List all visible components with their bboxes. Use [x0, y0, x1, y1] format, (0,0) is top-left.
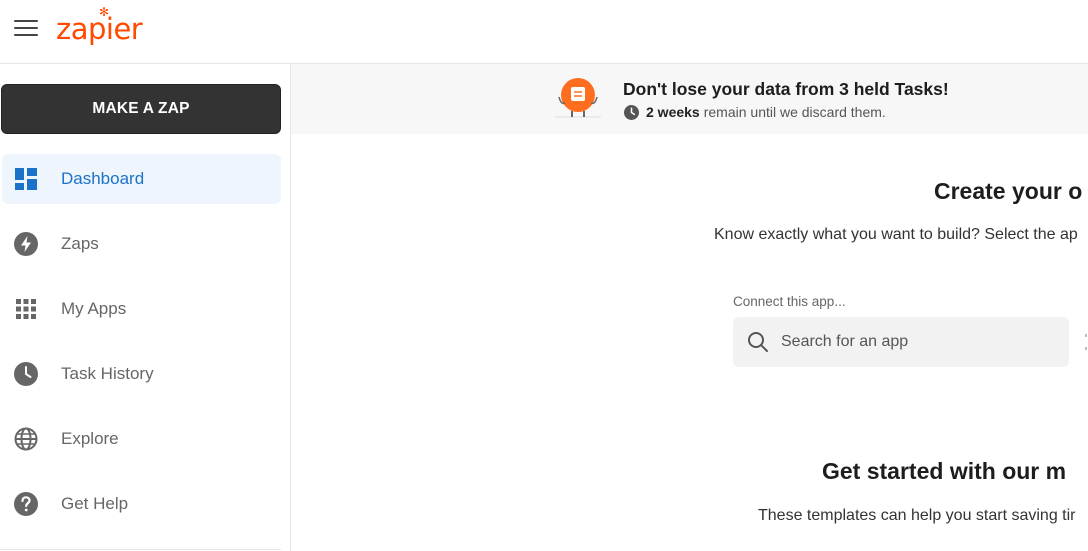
connect-app-label: Connect this app...	[733, 294, 846, 309]
sidebar-item-label: Explore	[61, 429, 119, 448]
clock-icon	[624, 104, 639, 120]
dashboard-icon	[15, 168, 37, 190]
sidebar-item-my-apps[interactable]: My Apps	[2, 284, 281, 334]
sidebar-item-label: Task History	[61, 364, 154, 383]
banner-subtitle: 2 weeks remain until we discard them.	[624, 104, 886, 120]
create-zap-description: Know exactly what you want to build? Sel…	[714, 226, 1078, 243]
help-icon	[14, 492, 38, 516]
grid-icon	[16, 299, 36, 319]
create-zap-title: Create your o	[934, 178, 1083, 204]
banner-title: Don't lose your data from 3 held Tasks!	[623, 79, 949, 99]
sidebar-item-label: My Apps	[61, 299, 127, 318]
held-tasks-illustration-icon	[555, 78, 601, 118]
templates-description: These templates can help you start savin…	[758, 507, 1076, 524]
sidebar-divider	[0, 549, 281, 550]
sidebar-item-label: Get Help	[61, 494, 129, 513]
sidebar-item-label: Dashboard	[61, 169, 145, 188]
sidebar-item-task-history[interactable]: Task History	[2, 349, 281, 399]
sidebar-item-label: Zaps	[61, 234, 99, 253]
sidebar: MAKE A ZAP Dashboard Zaps My Apps Task H…	[0, 64, 291, 551]
partial-icon	[1085, 334, 1087, 350]
templates-title: Get started with our m	[822, 458, 1067, 484]
app-search-box[interactable]	[733, 317, 1069, 367]
held-tasks-banner: Don't lose your data from 3 held Tasks! …	[291, 64, 1088, 134]
menu-icon[interactable]	[14, 19, 38, 37]
sidebar-item-zaps[interactable]: Zaps	[2, 219, 281, 269]
top-bar: zapier ✻	[0, 0, 1088, 64]
remaining-time: 2 weeks	[646, 104, 700, 120]
sidebar-item-dashboard[interactable]: Dashboard	[2, 154, 281, 204]
bolt-icon	[14, 232, 38, 256]
logo-asterisk-icon: ✻	[99, 5, 110, 19]
sidebar-item-explore[interactable]: Explore	[2, 414, 281, 464]
make-a-zap-button[interactable]: MAKE A ZAP	[1, 84, 281, 134]
search-icon	[748, 332, 768, 352]
globe-icon	[14, 427, 38, 451]
remaining-text: remain until we discard them.	[703, 104, 886, 120]
sidebar-item-get-help[interactable]: Get Help	[2, 479, 281, 529]
search-input[interactable]	[781, 317, 1061, 367]
clock-icon	[14, 362, 38, 386]
